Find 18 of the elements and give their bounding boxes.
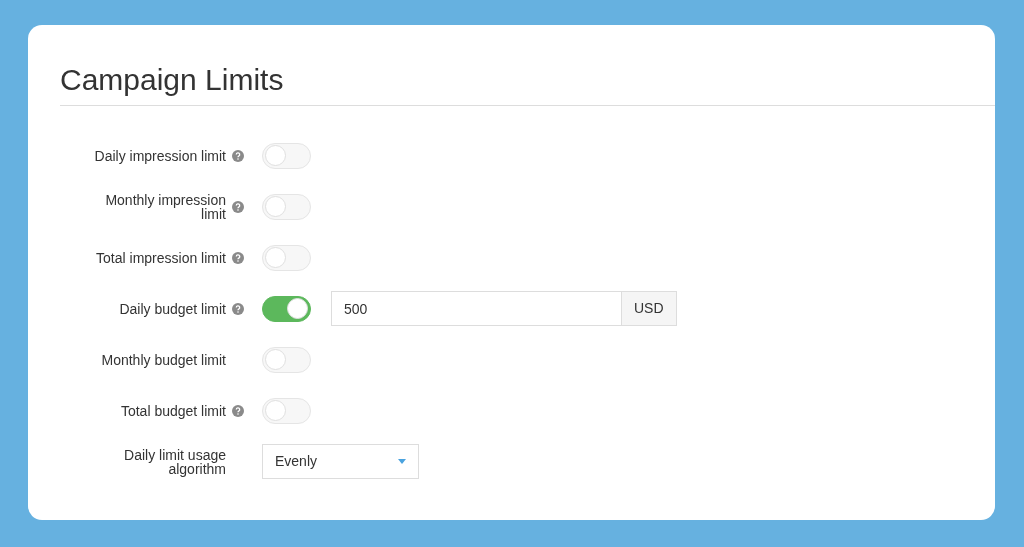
help-icon bbox=[232, 404, 244, 417]
toggle-switch[interactable] bbox=[262, 295, 311, 322]
field-label: Total budget limit bbox=[119, 403, 226, 418]
field-label: Daily limit usage algorithm bbox=[123, 447, 226, 476]
field-label: Total impression limit bbox=[95, 250, 226, 265]
field-label: Daily budget limit bbox=[118, 301, 226, 316]
caret-icon bbox=[398, 459, 406, 464]
field-label: Daily impression limit bbox=[93, 148, 226, 163]
help-icon bbox=[232, 200, 244, 213]
input-field[interactable]: 500 bbox=[331, 291, 622, 326]
currency-addon: USD bbox=[622, 291, 677, 326]
help-icon bbox=[232, 251, 244, 264]
help-icon bbox=[232, 302, 244, 315]
field-label: Monthly impression limit bbox=[104, 192, 226, 221]
field-label: Monthly budget limit bbox=[100, 352, 226, 367]
help-icon bbox=[232, 149, 244, 162]
dropdown[interactable]: Evenly bbox=[262, 444, 419, 479]
page-title: Campaign Limits bbox=[60, 63, 285, 97]
